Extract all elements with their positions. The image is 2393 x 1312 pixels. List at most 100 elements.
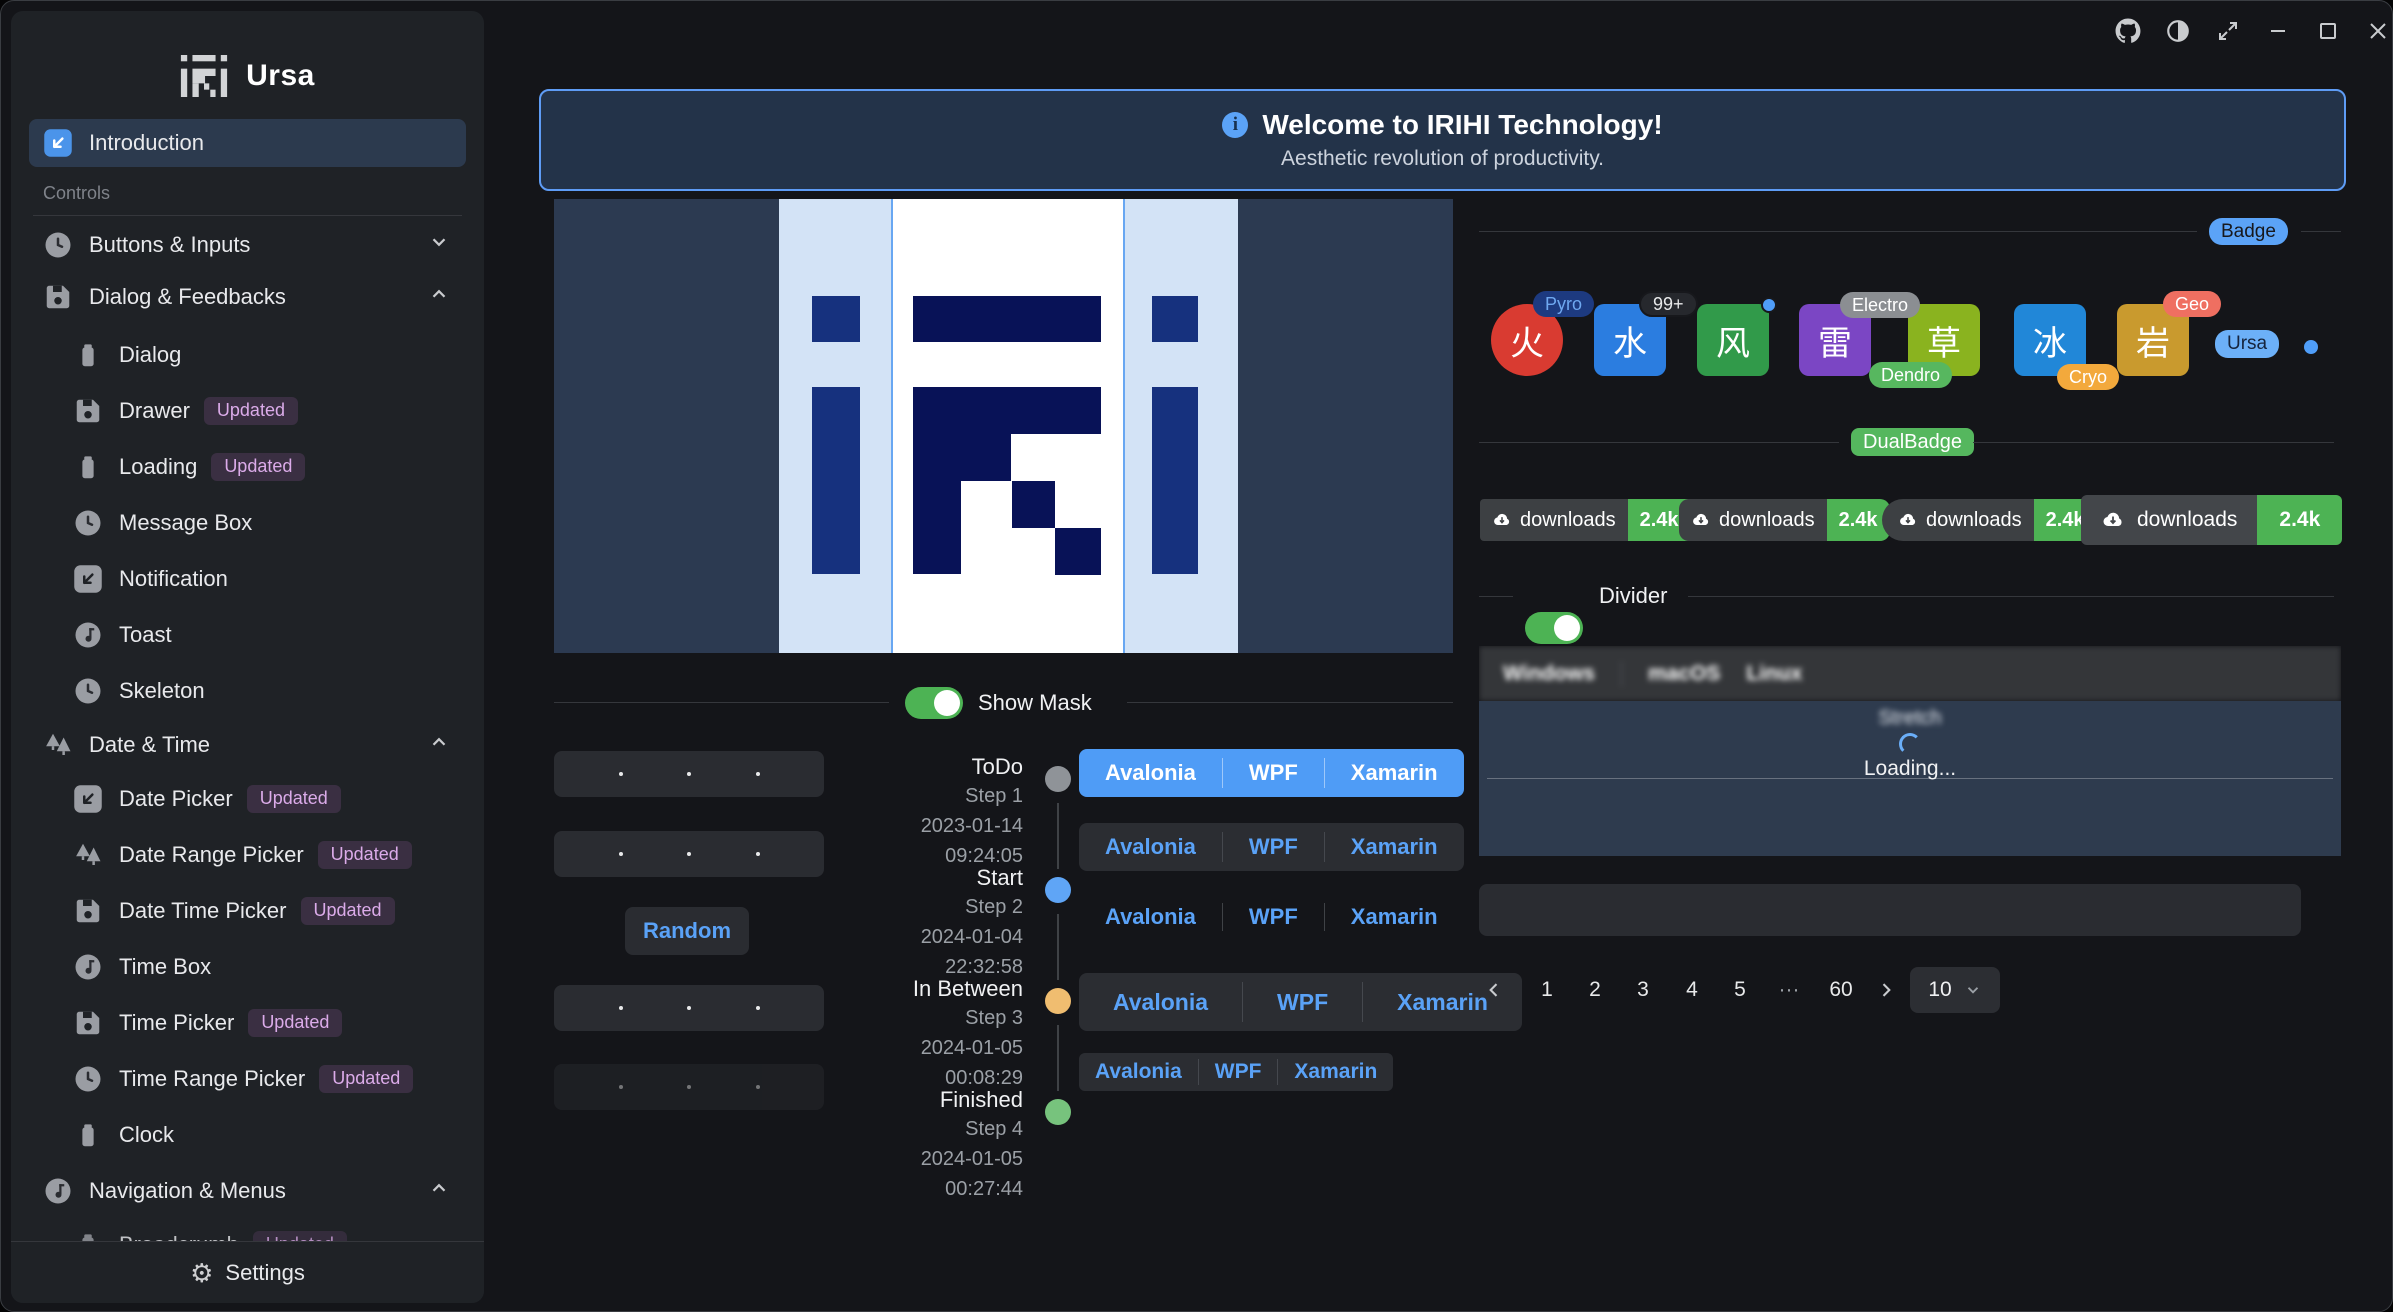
theme-toggle-icon[interactable] bbox=[2163, 16, 2193, 46]
sidebar-item-drawer[interactable]: Drawer Updated bbox=[29, 390, 466, 432]
time-box-input[interactable] bbox=[554, 831, 824, 877]
sidebar-group-date-time[interactable]: Date & Time bbox=[29, 722, 466, 768]
sidebar-item-dialog[interactable]: Dialog bbox=[29, 334, 466, 376]
sidebar-item-label: Date Time Picker bbox=[119, 898, 287, 924]
pagination-ellipsis[interactable]: ··· bbox=[1769, 978, 1809, 1002]
random-button[interactable]: Random bbox=[625, 907, 749, 955]
timeline-step-title: In Between bbox=[838, 975, 1023, 1003]
avalonia-button[interactable]: Avalonia bbox=[1079, 1053, 1198, 1091]
sidebar-item-label: Message Box bbox=[119, 510, 252, 536]
sidebar-item-date-time-picker[interactable]: Date Time Picker Updated bbox=[29, 890, 466, 932]
sidebar-item-notification[interactable]: Notification bbox=[29, 558, 466, 600]
wpf-button[interactable]: WPF bbox=[1223, 749, 1324, 797]
pagination-page-5[interactable]: 5 bbox=[1725, 978, 1755, 1002]
pagination-prev-icon[interactable] bbox=[1481, 976, 1507, 1004]
downloads-label: downloads bbox=[2137, 508, 2237, 532]
pagination-page-60[interactable]: 60 bbox=[1819, 978, 1863, 1002]
sidebar-item-clock[interactable]: Clock bbox=[29, 1114, 466, 1156]
sidebar-item-toast[interactable]: Toast bbox=[29, 614, 466, 656]
cloud-download-icon bbox=[1898, 510, 1918, 530]
wpf-button[interactable]: WPF bbox=[1243, 973, 1362, 1031]
time-box-input[interactable] bbox=[554, 751, 824, 797]
text-input[interactable] bbox=[1479, 884, 2301, 936]
badge-dot-small bbox=[2304, 340, 2318, 354]
sidebar-group-navigation-menus[interactable]: Navigation & Menus bbox=[29, 1168, 466, 1214]
pagination-page-1[interactable]: 1 bbox=[1532, 978, 1562, 1002]
pagination-page-4[interactable]: 4 bbox=[1677, 978, 1707, 1002]
button-group-large: Avalonia WPF Xamarin bbox=[1079, 973, 1522, 1031]
sidebar-item-skeleton[interactable]: Skeleton bbox=[29, 670, 466, 712]
updated-badge: Updated bbox=[247, 785, 341, 813]
xamarin-button[interactable]: Xamarin bbox=[1278, 1053, 1393, 1091]
github-icon[interactable] bbox=[2113, 16, 2143, 46]
timeline-step: Finished Step 4 2024-01-05 00:27:44 bbox=[838, 1086, 1023, 1204]
avalonia-button[interactable]: Avalonia bbox=[1079, 973, 1242, 1031]
tab-windows[interactable]: Windows bbox=[1503, 662, 1595, 686]
sidebar-item-time-range-picker[interactable]: Time Range Picker Updated bbox=[29, 1058, 466, 1100]
wpf-button[interactable]: WPF bbox=[1223, 899, 1324, 935]
loading-mask: Stretch Loading... bbox=[1479, 701, 2341, 856]
downloads-value: 2.4k bbox=[1827, 499, 1890, 541]
arrow-square-icon bbox=[43, 128, 73, 158]
timeline-connector bbox=[1057, 1025, 1059, 1091]
wpf-button[interactable]: WPF bbox=[1199, 1053, 1278, 1091]
timeline-step: ToDo Step 1 2023-01-14 09:24:05 bbox=[838, 753, 1023, 871]
sidebar-item-time-picker[interactable]: Time Picker Updated bbox=[29, 1002, 466, 1044]
downloads-label: downloads bbox=[1520, 509, 1616, 532]
sidebar-group-dialog-feedbacks[interactable]: Dialog & Feedbacks bbox=[29, 274, 466, 320]
timeline-step: In Between Step 3 2024-01-05 00:08:29 bbox=[838, 975, 1023, 1093]
page-size-select[interactable]: 10 bbox=[1910, 967, 2000, 1013]
sidebar-item-label: Skeleton bbox=[119, 678, 205, 704]
updated-badge: Updated bbox=[211, 453, 305, 481]
sidebar-item-date-picker[interactable]: Date Picker Updated bbox=[29, 778, 466, 820]
show-mask-toggle[interactable] bbox=[905, 687, 963, 719]
tab-linux[interactable]: Linux bbox=[1746, 662, 1802, 686]
chevron-up-icon bbox=[428, 1177, 450, 1205]
timeline-dot-todo bbox=[1045, 766, 1071, 792]
close-icon[interactable] bbox=[2363, 16, 2393, 46]
divider-toggle[interactable] bbox=[1525, 612, 1583, 644]
fullscreen-icon[interactable] bbox=[2213, 16, 2243, 46]
avalonia-button[interactable]: Avalonia bbox=[1079, 749, 1222, 797]
wpf-button[interactable]: WPF bbox=[1223, 823, 1324, 871]
xamarin-button[interactable]: Xamarin bbox=[1325, 899, 1464, 935]
page-size-value: 10 bbox=[1928, 978, 1951, 1002]
xamarin-button[interactable]: Xamarin bbox=[1325, 823, 1464, 871]
show-mask-label: Show Mask bbox=[978, 690, 1092, 716]
updated-badge: Updated bbox=[318, 841, 412, 869]
timeline-step-label: Step 3 bbox=[838, 1003, 1023, 1033]
sidebar-item-loading[interactable]: Loading Updated bbox=[29, 446, 466, 488]
avalonia-button[interactable]: Avalonia bbox=[1079, 899, 1222, 935]
time-box-input[interactable] bbox=[554, 985, 824, 1031]
sidebar-item-label: Date & Time bbox=[89, 732, 210, 758]
pagination-page-3[interactable]: 3 bbox=[1628, 978, 1658, 1002]
avalonia-button[interactable]: Avalonia bbox=[1079, 823, 1222, 871]
ursa-logo-icon bbox=[180, 55, 228, 97]
divider-line bbox=[1479, 596, 1513, 597]
downloads-value: 2.4k bbox=[2257, 495, 2342, 545]
timeline-step-time: 2023-01-14 09:24:05 bbox=[838, 811, 1023, 871]
sidebar-item-date-range-picker[interactable]: Date Range Picker Updated bbox=[29, 834, 466, 876]
settings-button[interactable]: ⚙ Settings bbox=[11, 1241, 484, 1303]
pagination-next-icon[interactable] bbox=[1873, 976, 1899, 1004]
timeline-step-time: 2024-01-05 00:27:44 bbox=[838, 1144, 1023, 1204]
divider-line bbox=[2301, 231, 2341, 232]
badge-ursa: Ursa bbox=[2215, 330, 2279, 358]
pagination-page-2[interactable]: 2 bbox=[1580, 978, 1610, 1002]
clock-icon bbox=[73, 508, 103, 538]
button-group-solid: Avalonia WPF Xamarin bbox=[1079, 749, 1464, 797]
timeline-step-time: 2024-01-04 22:32:58 bbox=[838, 922, 1023, 982]
sidebar-item-message-box[interactable]: Message Box bbox=[29, 502, 466, 544]
badge-count: 99+ bbox=[1639, 291, 1698, 317]
maximize-icon[interactable] bbox=[2313, 16, 2343, 46]
music-note-icon bbox=[73, 952, 103, 982]
xamarin-button[interactable]: Xamarin bbox=[1325, 749, 1464, 797]
battery-icon bbox=[73, 340, 103, 370]
irihi-logo-image bbox=[554, 199, 1453, 653]
sidebar-item-introduction[interactable]: Introduction bbox=[29, 119, 466, 167]
clock-icon bbox=[43, 230, 73, 260]
minimize-icon[interactable] bbox=[2263, 16, 2293, 46]
sidebar-item-time-box[interactable]: Time Box bbox=[29, 946, 466, 988]
sidebar-group-buttons-inputs[interactable]: Buttons & Inputs bbox=[29, 222, 466, 268]
tab-macos[interactable]: macOS bbox=[1648, 662, 1720, 686]
